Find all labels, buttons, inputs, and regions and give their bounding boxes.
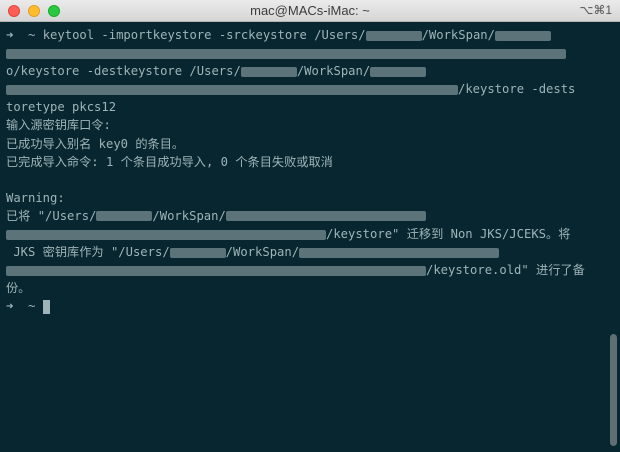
redacted-text: [365, 30, 422, 41]
command-line-1: ➜ ~ keytool -importkeystore -srckeystore…: [6, 26, 602, 44]
prompt-arrow-icon: ➜: [6, 299, 14, 314]
window-shortcut-label: ⌥⌘1: [579, 3, 612, 17]
output-line: 已成功导入别名 key0 的条目。: [6, 136, 185, 151]
redacted-text: [6, 84, 458, 95]
redacted-text: [240, 66, 297, 77]
text-cursor: [42, 299, 50, 314]
output-line: 已完成导入命令: 1 个条目成功导入, 0 个条目失败或取消: [6, 154, 333, 169]
terminal-window: mac@MACs-iMac: ~ ⌥⌘1 ➜ ~ keytool -import…: [0, 0, 620, 452]
redacted-text: [494, 30, 551, 41]
redacted-text: [6, 265, 426, 276]
prompt-arrow-icon: ➜: [6, 28, 14, 42]
title-bar[interactable]: mac@MACs-iMac: ~ ⌥⌘1: [0, 0, 620, 22]
warning-label: Warning:: [6, 190, 65, 205]
output-line: /keystore.old" 进行了备: [6, 261, 602, 279]
output-line: JKS 密钥库作为 "/Users//WorkSpan/: [6, 243, 602, 261]
output-line: 份。: [6, 281, 31, 296]
window-title: mac@MACs-iMac: ~: [250, 3, 370, 18]
output-line: /keystore -dests: [6, 80, 602, 98]
terminal-output[interactable]: ➜ ~ keytool -importkeystore -srckeystore…: [6, 26, 602, 316]
redacted-text: [169, 247, 226, 258]
redacted-text: [6, 48, 566, 59]
vertical-scrollbar[interactable]: [610, 334, 617, 446]
redacted-text: [299, 247, 500, 258]
output-line: o/keystore -destkeystore /Users//WorkSpa…: [6, 62, 602, 80]
redacted-text: [6, 229, 326, 240]
output-line: 已将 "/Users//WorkSpan/: [6, 207, 602, 225]
redacted-text: [370, 66, 427, 77]
output-line: /keystore" 迁移到 Non JKS/JCEKS。将: [6, 225, 602, 243]
output-line: 输入源密钥库口令:: [6, 118, 111, 133]
redacted-text: [96, 211, 153, 222]
output-line: toretype pkcs12: [6, 100, 117, 115]
redacted-text: [225, 211, 426, 222]
output-line: [6, 44, 602, 62]
prompt-line[interactable]: ➜ ~: [6, 297, 602, 315]
